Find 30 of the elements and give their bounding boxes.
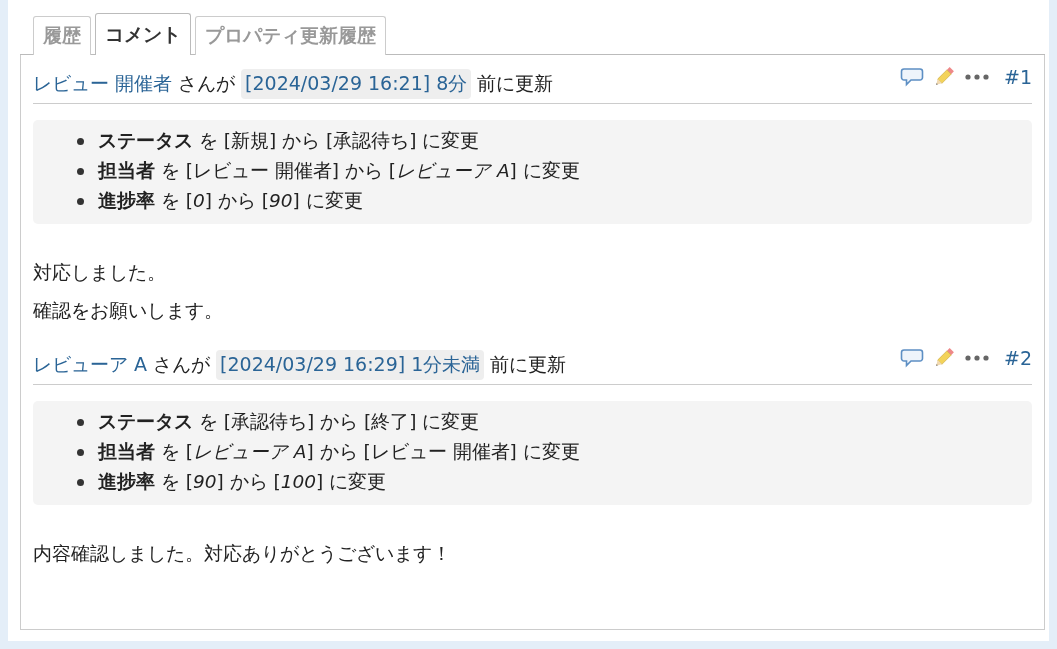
- comment-text: 内容確認しました。対応ありがとうございます！: [33, 541, 452, 566]
- comment-number-link[interactable]: #1: [1004, 66, 1032, 88]
- timestamp-link[interactable]: [2024/03/29 16:29] 1分未満: [216, 350, 485, 380]
- bullet-icon: [77, 448, 84, 456]
- bullet-icon: [77, 137, 84, 145]
- author-suffix: さんが: [178, 71, 236, 96]
- more-icon[interactable]: [964, 73, 990, 81]
- change-item: ステータス を [新規] から [承認待ち] に変更: [98, 129, 480, 153]
- updated-text: 前に更新: [490, 352, 567, 377]
- change-item: 担当者 を [レビューア A] から [レビュー 開催者] に変更: [98, 440, 580, 464]
- bullet-icon: [77, 418, 84, 426]
- bullet-icon: [77, 478, 84, 486]
- timestamp-link[interactable]: [2024/03/29 16:21] 8分: [241, 69, 472, 99]
- author-link[interactable]: レビュー 開催者: [33, 71, 173, 97]
- change-item: 担当者 を [レビュー 開催者] から [レビューア A] に変更: [98, 159, 580, 183]
- more-icon[interactable]: [964, 354, 990, 362]
- updated-text: 前に更新: [477, 71, 554, 96]
- tab[interactable]: コメント: [95, 13, 191, 55]
- author-link[interactable]: レビューア A: [33, 352, 148, 378]
- comment-text: 確認をお願いします。: [33, 298, 224, 323]
- speech-bubble-icon[interactable]: [900, 348, 924, 368]
- author-suffix: さんが: [153, 352, 211, 377]
- bullet-icon: [77, 167, 84, 175]
- bullet-icon: [77, 197, 84, 205]
- comment-number-link[interactable]: #2: [1004, 347, 1032, 369]
- change-item: 進捗率 を [0] から [90] に変更: [98, 189, 363, 213]
- change-item: 進捗率 を [90] から [100] に変更: [98, 470, 387, 494]
- speech-bubble-icon[interactable]: [900, 67, 924, 87]
- change-item: ステータス を [承認待ち] から [終了] に変更: [98, 410, 480, 434]
- comment-text: 対応しました。: [33, 260, 167, 285]
